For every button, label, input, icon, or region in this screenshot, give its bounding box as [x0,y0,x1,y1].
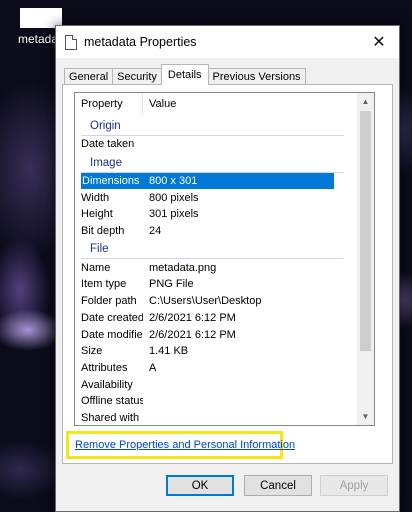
column-header-property[interactable]: Property [75,93,143,115]
tab-security[interactable]: Security [112,68,162,85]
property-value: 2/6/2021 6:12 PM [149,311,236,324]
property-value: 2/6/2021 6:12 PM [149,328,236,341]
property-row[interactable]: Date modified 2/6/2021 6:12 PM [81,326,334,343]
property-row[interactable]: Folder path C:\Users\User\Desktop [81,293,334,310]
scroll-thumb[interactable] [360,111,371,351]
property-key: Offline status [81,395,143,408]
property-key: Date created [81,311,143,324]
property-key: Size [81,345,103,358]
property-row-selected[interactable]: Dimensions 800 x 301 [81,172,334,190]
group-origin: Origin [75,118,358,136]
scroll-down-arrow-icon[interactable]: ▼ [357,408,374,425]
property-row[interactable]: Size 1.41 KB [81,343,334,360]
property-row[interactable]: Bit depth 24 [81,223,334,240]
property-row[interactable]: Date taken [81,136,334,153]
property-row[interactable]: Attributes A [81,360,334,377]
close-button[interactable]: ✕ [359,26,399,58]
vertical-scrollbar[interactable]: ▲ ▼ [357,93,374,425]
properties-dialog: metadata Properties ✕ General Security D… [55,25,400,512]
title-bar[interactable]: metadata Properties ✕ [56,26,399,58]
property-row[interactable]: Availability [81,376,334,393]
tab-details[interactable]: Details [160,64,209,85]
property-value: metadata.png [149,261,217,274]
property-row[interactable]: Date created 2/6/2021 6:12 PM [81,310,334,327]
file-icon [65,34,77,50]
property-value: C:\Users\User\Desktop [149,295,262,308]
property-value: 301 pixels [149,208,199,221]
property-row[interactable]: Height 301 pixels [81,206,334,223]
property-key: Attributes [81,361,128,374]
property-key: Date modified [81,328,143,341]
link-highlight-box: Remove Properties and Personal Informati… [66,431,295,459]
apply-button[interactable]: Apply [320,475,388,496]
ok-button[interactable]: OK [166,475,234,496]
property-value: 1.41 KB [149,345,189,358]
property-row[interactable]: Width 800 pixels [81,189,334,206]
properties-list[interactable]: Property Value Origin Date taken Image D… [74,92,375,426]
tab-previous-versions[interactable]: Previous Versions [207,68,306,85]
property-value: A [149,361,157,374]
property-value: 24 [149,225,162,238]
property-row[interactable]: Offline status [81,393,334,410]
tab-general[interactable]: General [64,68,114,85]
dialog-title: metadata Properties [84,35,197,49]
property-value: 800 x 301 [149,175,198,188]
property-key: Shared with [81,411,140,424]
property-key: Dimensions [82,175,140,188]
property-value: 800 pixels [149,191,199,204]
group-file: File [75,241,358,260]
property-row[interactable]: Name metadata.png [81,259,334,276]
group-image: Image [75,155,358,173]
property-key: Bit depth [81,225,125,238]
remove-properties-link[interactable]: Remove Properties and Personal Informati… [75,439,295,451]
property-rows: Origin Date taken Image Dimensions 800 x… [75,116,358,425]
property-key: Height [81,208,113,221]
property-key: Date taken [81,138,135,151]
property-key: Width [81,191,110,204]
property-key: Name [81,261,111,274]
scroll-up-arrow-icon[interactable]: ▲ [357,93,374,110]
property-row[interactable]: Item type PNG File [81,276,334,293]
property-key: Item type [81,278,127,291]
property-row[interactable]: Shared with [81,410,334,425]
desktop-file-label[interactable]: metada [18,32,58,46]
list-header: Property Value [75,93,358,115]
cancel-button[interactable]: Cancel [244,475,312,496]
property-value: PNG File [149,278,194,291]
column-header-value[interactable]: Value [143,93,176,115]
property-key: Availability [81,378,133,391]
tab-strip: General Security Details Previous Versio… [64,64,306,85]
property-key: Folder path [81,295,137,308]
